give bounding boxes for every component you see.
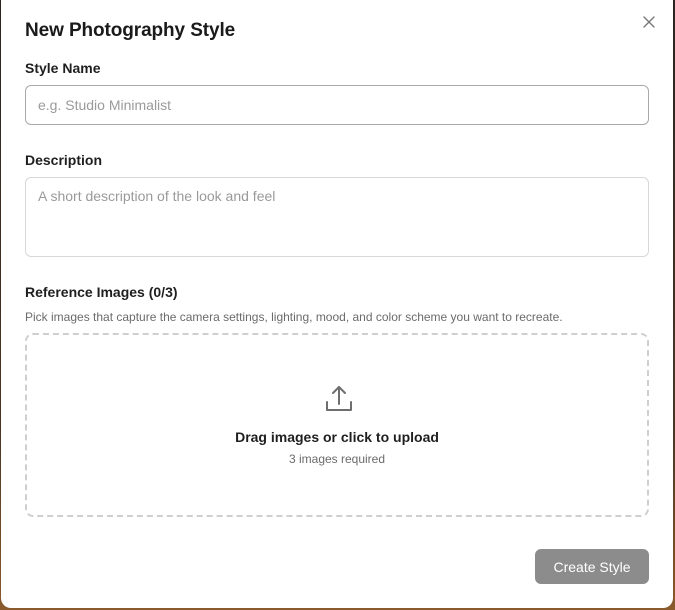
reference-images-label: Reference Images (0/3) bbox=[25, 284, 178, 300]
description-textarea[interactable] bbox=[25, 177, 649, 257]
create-style-button[interactable]: Create Style bbox=[535, 549, 649, 584]
close-icon bbox=[643, 16, 655, 28]
dialog-title: New Photography Style bbox=[25, 20, 236, 41]
style-name-label: Style Name bbox=[25, 60, 101, 76]
dropzone-main-text: Drag images or click to upload bbox=[235, 429, 439, 445]
reference-images-helper: Pick images that capture the camera sett… bbox=[25, 310, 563, 324]
upload-icon bbox=[326, 386, 352, 411]
close-button[interactable] bbox=[639, 12, 659, 32]
image-upload-dropzone[interactable]: Drag images or click to upload 3 images … bbox=[25, 333, 649, 517]
new-style-dialog: New Photography Style Style Name Descrip… bbox=[1, 0, 673, 608]
description-label: Description bbox=[25, 152, 103, 168]
dropzone-sub-text: 3 images required bbox=[288, 452, 386, 466]
style-name-input[interactable] bbox=[25, 85, 649, 125]
